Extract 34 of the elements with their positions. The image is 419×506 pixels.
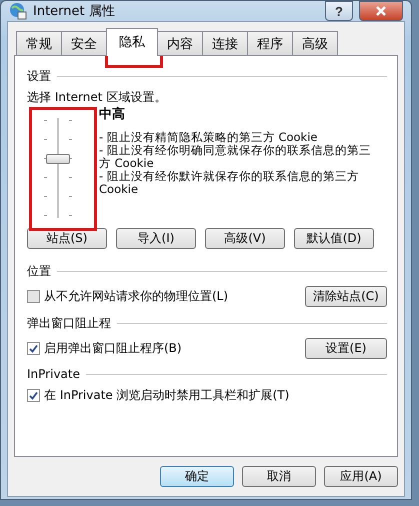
policy-description: - 阻止没有经你默许就保存你的联系信息的第三方 Cookie: [99, 170, 360, 196]
option-button[interactable]: 清除站点(C): [305, 286, 387, 307]
close-icon: [375, 5, 387, 17]
slider-thumb[interactable]: [46, 154, 70, 164]
tab[interactable]: 高级: [292, 31, 338, 56]
tab[interactable]: 常规: [16, 31, 62, 56]
policy-description: - 阻止没有经你明确同意就保存你的联系信息的第三方 Cookie: [99, 144, 372, 170]
tab[interactable]: 连接: [202, 31, 248, 56]
settings-button[interactable]: 导入(I): [116, 228, 196, 249]
close-button[interactable]: [359, 1, 403, 21]
tab[interactable]: 安全: [61, 31, 107, 56]
prompt-text: 选择 Internet 区域设置。: [27, 89, 168, 106]
dialog-button[interactable]: 确定: [160, 466, 234, 487]
tab[interactable]: 内容: [157, 31, 203, 56]
checkbox[interactable]: 从不允许网站请求你的物理位置(L): [27, 288, 228, 305]
dialog-button[interactable]: 取消: [242, 466, 316, 487]
checkmark-icon: [29, 391, 38, 400]
section-heading: 设置: [27, 68, 51, 85]
dialog-button[interactable]: 应用(A): [324, 466, 398, 487]
policy-description: - 阻止没有精简隐私策略的第三方 Cookie: [99, 131, 318, 144]
window-title: Internet 属性: [33, 3, 116, 20]
settings-button[interactable]: 默认值(D): [294, 228, 374, 249]
option-button[interactable]: 设置(E): [305, 338, 387, 359]
tab[interactable]: 程序: [247, 31, 293, 56]
checkbox[interactable]: 启用弹出窗口阻止程序(B): [27, 340, 182, 357]
section-heading: 位置: [27, 263, 51, 280]
settings-button[interactable]: 高级(V): [205, 228, 285, 249]
section-heading: InPrivate: [27, 367, 80, 381]
checkbox[interactable]: 在 InPrivate 浏览启动时禁用工具栏和扩展(T): [27, 387, 290, 404]
tab[interactable]: 隐私: [106, 28, 158, 56]
help-button[interactable]: ?: [325, 1, 353, 21]
section-heading: 弹出窗口阻止程: [27, 315, 111, 332]
checkmark-icon: [29, 344, 38, 353]
privacy-level: 中高: [99, 108, 126, 121]
